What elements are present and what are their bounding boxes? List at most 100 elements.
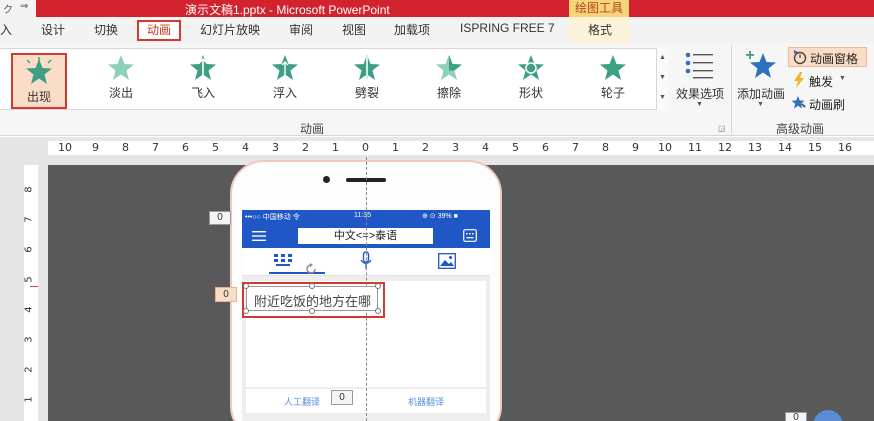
resize-handle[interactable]: [309, 308, 315, 314]
anim-shape[interactable]: 形状: [502, 51, 560, 107]
scroll-down-icon[interactable]: ▼: [657, 68, 668, 88]
tab-review[interactable]: 审阅: [289, 21, 313, 38]
anim-float-in[interactable]: 浮入: [256, 51, 314, 107]
tab-ispring[interactable]: ISPRING FREE 7: [460, 21, 555, 35]
trigger-button[interactable]: 触发 ▼: [791, 72, 861, 90]
tab-insert[interactable]: 入: [0, 21, 12, 38]
split-star-icon: [354, 55, 380, 80]
ruler-label: 5: [23, 276, 35, 283]
scroll-up-icon[interactable]: ▲: [657, 48, 668, 68]
horizontal-ruler[interactable]: 10 9 8 7 6 5 4 3 2 1 0 1 2 3 4 5 6 7 8 9…: [48, 141, 874, 155]
vertical-ruler[interactable]: 8 7 6 5 4 3 2 1: [24, 165, 38, 421]
anim-label: 浮入: [272, 86, 297, 100]
anim-label: 淡出: [108, 86, 133, 100]
human-translate-button[interactable]: 人工翻译: [284, 395, 320, 408]
title-bar: ク ⇒ 演示文稿1.pptx - Microsoft PowerPoint 绘图…: [0, 0, 874, 17]
resize-handle[interactable]: [243, 283, 249, 289]
group-divider: [731, 45, 732, 133]
tab-slideshow[interactable]: 幻灯片放映: [200, 21, 260, 38]
phone-camera: [323, 176, 330, 183]
ruler-label: 5: [512, 141, 519, 154]
wipe-star-icon: [436, 55, 462, 80]
effect-options-button[interactable]: 效果选项 ▼: [672, 45, 728, 115]
effect-options-icon: [685, 52, 713, 79]
quick-access-toolbar: ク ⇒: [0, 0, 36, 17]
ruler-label: 2: [23, 366, 35, 373]
anim-label: 擦除: [436, 86, 461, 100]
animation-painter-icon: [791, 96, 806, 109]
ruler-label: 6: [23, 246, 35, 253]
resize-handle[interactable]: [309, 283, 315, 289]
tab-transitions[interactable]: 切换: [94, 21, 118, 38]
resize-handle[interactable]: [243, 308, 249, 314]
ruler-label: 2: [302, 141, 309, 154]
anim-wipe[interactable]: 擦除: [420, 51, 478, 107]
anim-wheel[interactable]: 轮子: [584, 51, 642, 107]
resize-handle[interactable]: [375, 308, 381, 314]
animation-order-tag[interactable]: 0: [209, 211, 231, 225]
tab-format[interactable]: 格式: [588, 21, 612, 38]
ruler-label: 13: [748, 141, 762, 154]
status-time: 11:35: [354, 212, 371, 219]
ruler-label: 10: [658, 141, 672, 154]
ruler-label: 9: [92, 141, 99, 154]
anim-fly-in[interactable]: 飞入: [174, 51, 232, 107]
group-label-animation: 动画: [300, 122, 325, 136]
gallery-more-icon[interactable]: ▼: [657, 88, 668, 108]
add-animation-button[interactable]: 添加动画 ▼: [735, 47, 787, 117]
drawing-tools-context-label: 绘图工具: [569, 0, 629, 17]
menu-icon[interactable]: [252, 230, 266, 242]
animation-pane-label: 动画窗格: [810, 52, 859, 66]
ruler-label: 9: [632, 141, 639, 154]
image-icon[interactable]: [438, 253, 456, 269]
machine-translate-button[interactable]: 机器翻译: [408, 395, 444, 408]
anim-label: 形状: [518, 86, 543, 100]
anim-split[interactable]: 劈裂: [338, 51, 396, 107]
tab-addins[interactable]: 加载项: [394, 21, 430, 38]
battery-label: ⊕ ⊙ 39% ■: [422, 213, 458, 220]
ruler-label: 14: [778, 141, 792, 154]
quick-access-arrow[interactable]: ⇒: [20, 1, 28, 12]
ruler-label: 8: [23, 186, 35, 193]
tab-view[interactable]: 视图: [342, 21, 366, 38]
ruler-label: 8: [122, 141, 129, 154]
wheel-star-icon: [600, 55, 626, 80]
ruler-label: 6: [182, 141, 189, 154]
ruler-label: 12: [718, 141, 732, 154]
animation-painter-button[interactable]: 动画刷: [791, 95, 861, 113]
keyboard-icon[interactable]: [463, 229, 477, 242]
add-animation-label: 添加动画: [736, 87, 785, 101]
dialog-launcher-icon[interactable]: ◲: [718, 124, 726, 133]
quick-access-glyph[interactable]: ク: [3, 1, 13, 16]
animation-order-tag[interactable]: 0: [785, 412, 807, 421]
effect-options-label: 效果选项: [675, 87, 724, 101]
ruler-label: 7: [152, 141, 159, 154]
float-in-star-icon: [272, 55, 298, 80]
gallery-scrollbar[interactable]: ▲ ▼ ▼: [656, 48, 668, 110]
ruler-label: 7: [572, 141, 579, 154]
animation-order-tag[interactable]: 0: [331, 390, 353, 405]
rotate-handle-icon[interactable]: [304, 262, 318, 276]
anim-fade[interactable]: 淡出: [92, 51, 150, 107]
anim-label: 飞入: [190, 86, 215, 100]
ribbon: 出现 淡出 飞入 浮入 劈裂 擦除 形状 轮子 ▲ ▼ ▼ 效果选项 ▼ 动画 …: [0, 43, 874, 136]
ruler-label: 7: [23, 216, 35, 223]
tab-animation[interactable]: 动画: [137, 20, 181, 41]
ruler-label: 4: [23, 306, 35, 313]
chevron-down-icon: ▼: [757, 101, 764, 108]
resize-handle[interactable]: [375, 283, 381, 289]
anim-label: 出现: [26, 90, 51, 104]
animation-pane-button[interactable]: 动画窗格: [788, 47, 867, 67]
tab-design[interactable]: 设计: [41, 21, 65, 38]
ruler-label: 10: [58, 141, 72, 154]
anim-appear[interactable]: 出现: [11, 53, 67, 109]
chevron-down-icon: ▼: [839, 75, 846, 82]
anim-label: 劈裂: [354, 86, 379, 100]
keypad-icon[interactable]: [274, 254, 292, 266]
appear-star-icon: [26, 57, 52, 84]
ruler-label: 16: [838, 141, 852, 154]
animation-order-tag-selected[interactable]: 0: [215, 287, 237, 302]
ruler-label: 3: [272, 141, 279, 154]
group-label-advanced-animation: 高级动画: [776, 122, 825, 136]
ruler-position-marker: [30, 286, 38, 287]
